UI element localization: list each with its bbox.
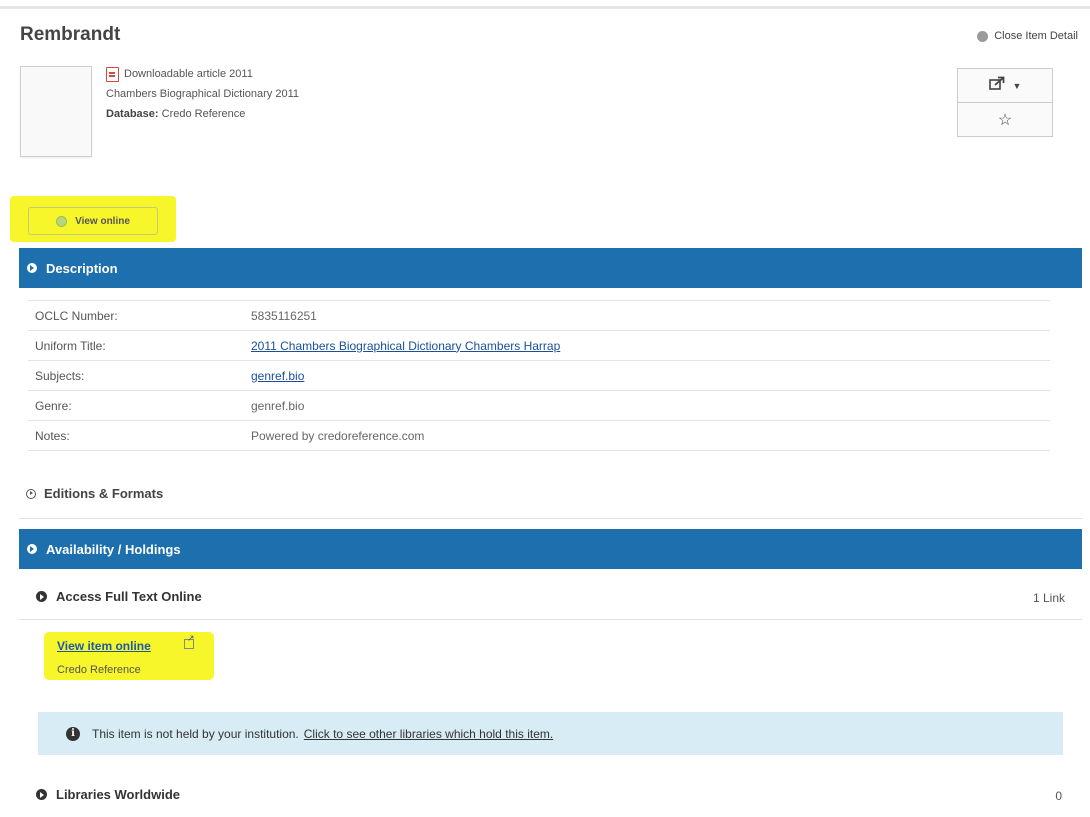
- external-link-icon: [184, 633, 195, 649]
- close-item-detail-label: Close Item Detail: [994, 30, 1078, 42]
- toggle-circle-icon: [27, 544, 37, 554]
- table-row: OCLC Number: 5835116251: [28, 300, 1050, 331]
- holdings-info-alert: i This item is not held by your institut…: [38, 712, 1063, 755]
- field-label: Notes:: [28, 420, 244, 451]
- field-label: Subjects:: [28, 360, 244, 391]
- expand-circle-icon: [26, 488, 36, 499]
- close-item-detail-button[interactable]: Close Item Detail: [977, 30, 1078, 42]
- subject-link[interactable]: genref.bio: [251, 369, 304, 383]
- online-status-icon: [56, 215, 68, 227]
- field-value: 5835116251: [244, 300, 1050, 331]
- info-text: This item is not held by your institutio…: [92, 726, 299, 741]
- field-label: Uniform Title:: [28, 330, 244, 361]
- table-row: Genre: genref.bio: [28, 390, 1050, 421]
- libraries-worldwide-toggle[interactable]: Libraries Worldwide: [36, 787, 180, 802]
- view-online-label: View online: [75, 215, 130, 227]
- field-label: OCLC Number:: [28, 300, 244, 331]
- view-item-online-link[interactable]: View item online: [57, 639, 151, 653]
- format-text: Downloadable article 2011: [124, 68, 253, 80]
- star-icon: ☆: [997, 111, 1013, 129]
- table-row: Subjects: genref.bio: [28, 360, 1050, 391]
- field-value: Powered by credoreference.com: [244, 420, 1050, 451]
- description-header-label: Description: [46, 260, 118, 276]
- top-divider: [0, 6, 1090, 9]
- view-online-button[interactable]: View online: [28, 207, 158, 235]
- availability-header[interactable]: Availability / Holdings: [19, 529, 1082, 569]
- availability-header-label: Availability / Holdings: [46, 541, 181, 557]
- description-header[interactable]: Description: [19, 248, 1082, 288]
- item-metadata: Downloadable article 2011 Chambers Biogr…: [106, 64, 299, 124]
- field-label: Genre:: [28, 390, 244, 421]
- cover-thumbnail: [20, 66, 92, 157]
- favorite-button[interactable]: ☆: [957, 103, 1053, 137]
- info-icon: i: [66, 726, 80, 741]
- description-table: OCLC Number: 5835116251 Uniform Title: 2…: [28, 300, 1050, 451]
- item-actions: ▼ ☆: [957, 68, 1053, 137]
- access-full-text-label: Access Full Text Online: [56, 589, 202, 604]
- libraries-count: 0: [1055, 789, 1062, 803]
- table-row: Uniform Title: 2011 Chambers Biographica…: [28, 330, 1050, 361]
- database-value: Credo Reference: [161, 108, 246, 120]
- chevron-down-icon: ▼: [1012, 80, 1022, 91]
- editions-formats-label: Editions & Formats: [44, 486, 164, 501]
- pdf-icon: [106, 66, 119, 82]
- close-icon: [977, 30, 989, 42]
- provider-name: Credo Reference: [57, 664, 141, 676]
- toggle-circle-icon: [27, 263, 37, 273]
- divider: [19, 619, 1082, 620]
- editions-formats-toggle[interactable]: Editions & Formats: [26, 486, 163, 501]
- source-text: Chambers Biographical Dictionary 2011: [106, 88, 300, 100]
- access-full-text-toggle[interactable]: Access Full Text Online: [36, 589, 202, 604]
- link-count: 1 Link: [1032, 591, 1065, 605]
- share-icon: [988, 76, 1005, 95]
- uniform-title-link[interactable]: 2011 Chambers Biographical Dictionary Ch…: [251, 339, 560, 353]
- divider: [19, 518, 1082, 519]
- item-title: Rembrandt: [20, 24, 121, 45]
- field-value: genref.bio: [244, 390, 1050, 421]
- share-button[interactable]: ▼: [957, 68, 1053, 103]
- libraries-worldwide-label: Libraries Worldwide: [56, 787, 181, 802]
- other-libraries-link[interactable]: Click to see other libraries which hold …: [304, 727, 553, 741]
- table-row: Notes: Powered by credoreference.com: [28, 420, 1050, 451]
- toggle-circle-icon: [36, 789, 47, 800]
- database-label: Database:: [106, 108, 159, 120]
- format-line: Downloadable article 2011: [106, 64, 299, 84]
- toggle-circle-icon: [36, 591, 47, 602]
- database-line: Database: Credo Reference: [106, 104, 299, 124]
